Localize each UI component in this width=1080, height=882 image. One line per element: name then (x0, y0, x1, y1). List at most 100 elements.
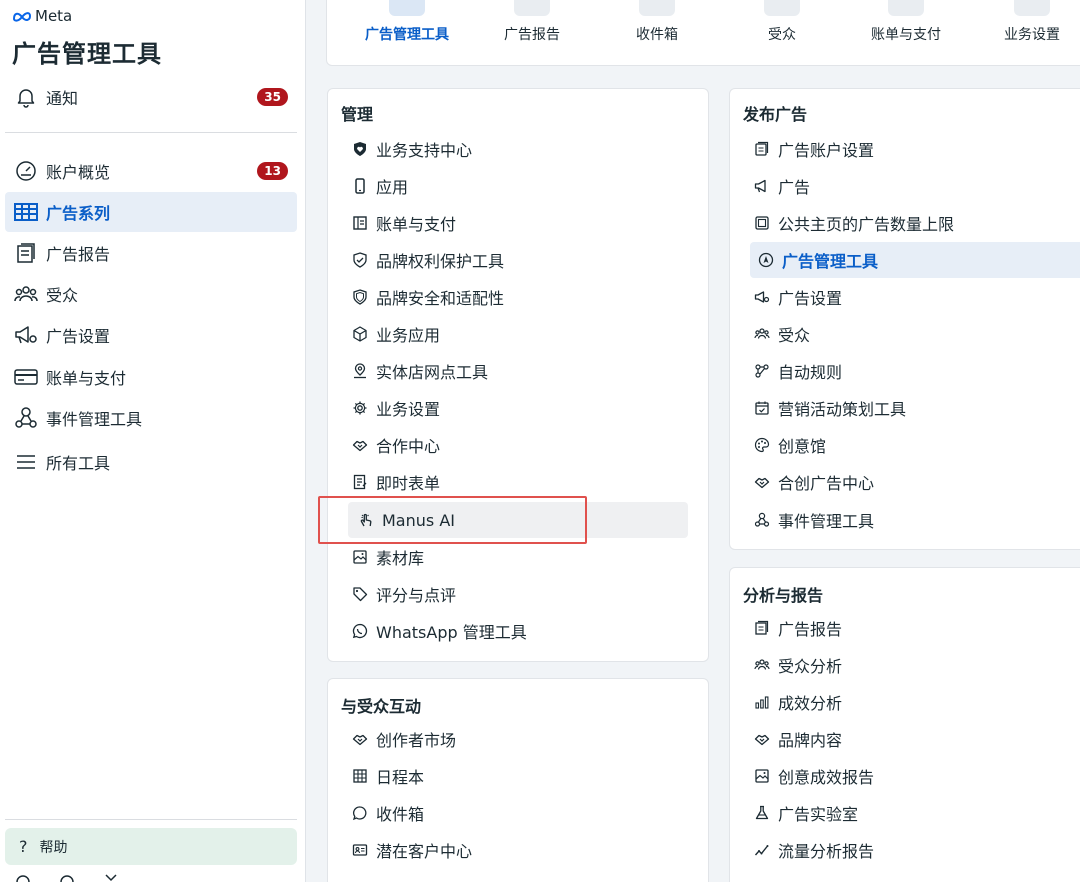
menu-item-experiments[interactable]: 广告实验室 (752, 795, 858, 831)
sidebar-item-all-tools[interactable]: 所有工具 (5, 442, 297, 482)
card-title: 管理 (341, 105, 374, 124)
chat-bubble-icon (350, 803, 370, 823)
sidebar-item-ad-settings[interactable]: 广告设置 (5, 315, 297, 355)
engage-card: 与受众互动 创作者市场 日程本 收件箱 潜在客户中心 (327, 678, 709, 882)
contact-card-icon (350, 840, 370, 860)
menu-item-billing[interactable]: 账单与支付 (350, 205, 456, 241)
report-icon (514, 0, 550, 16)
menu-item-business-support[interactable]: 业务支持中心 (350, 131, 472, 167)
sidebar-item-label: 账单与支付 (46, 369, 127, 388)
analytics-card: 分析与报告 广告报告 受众分析 成效分析 品牌内容 创意成效报告 广告实验室 流… (729, 567, 1080, 882)
menu-item-whatsapp-manager[interactable]: WhatsApp 管理工具 (350, 613, 527, 649)
sidebar-item-notifications[interactable]: 通知 35 (5, 77, 297, 117)
menu-item-label: WhatsApp 管理工具 (376, 623, 527, 642)
cube-icon (350, 324, 370, 344)
sidebar-item-label: 受众 (46, 286, 79, 305)
meta-logo: Meta (12, 7, 72, 25)
sidebar-item-label: 广告系列 (46, 204, 111, 223)
menu-item-asset-library[interactable]: 素材库 (350, 539, 424, 575)
tab-ads-manager[interactable]: 广告管理工具 (347, 0, 467, 66)
menu-item-brand-rights[interactable]: 品牌权利保护工具 (350, 242, 504, 278)
sidebar-item-label: 广告设置 (46, 327, 111, 346)
calendar-check-icon (752, 398, 772, 418)
menu-item-partnership-ads-hub[interactable]: 合创广告中心 (752, 464, 874, 500)
menu-item-traffic-analysis[interactable]: 流量分析报告 (752, 832, 874, 868)
menu-item-ratings-reviews[interactable]: 评分与点评 (350, 576, 456, 612)
nodes-icon (752, 510, 772, 530)
menu-item-label: 收件箱 (376, 805, 425, 824)
menu-item-label: 业务设置 (376, 400, 441, 419)
search-icon[interactable] (58, 873, 76, 882)
form-icon (350, 472, 370, 492)
nodes-icon (13, 405, 39, 431)
menu-item-brand-safety[interactable]: 品牌安全和适配性 (350, 279, 504, 315)
sidebar-item-account-overview[interactable]: 账户概览 13 (5, 151, 297, 191)
image-icon (752, 766, 772, 786)
menu-item-ad-reports[interactable]: 广告报告 (752, 610, 842, 646)
sidebar-item-label: 通知 (46, 89, 79, 108)
sidebar-item-audiences[interactable]: 受众 (5, 274, 297, 314)
menu-item-automated-rules[interactable]: 自动规则 (752, 353, 842, 389)
bar-chart-icon (752, 692, 772, 712)
menu-item-label: 实体店网点工具 (376, 363, 489, 382)
help-button[interactable]: ? 帮助 (5, 828, 297, 865)
menu-item-page-ad-limit[interactable]: 公共主页的广告数量上限 (752, 205, 954, 241)
account-settings-icon (752, 139, 772, 159)
menu-item-manus-ai[interactable]: Manus AI (348, 502, 688, 538)
menu-item-label: Manus AI (382, 510, 455, 530)
menu-item-audiences[interactable]: 受众 (752, 316, 810, 352)
report-icon (13, 240, 39, 266)
tab-label: 广告管理工具 (365, 27, 449, 43)
menu-item-ad-settings[interactable]: 广告设置 (752, 279, 842, 315)
divider (5, 132, 297, 133)
menu-item-apps[interactable]: 应用 (350, 168, 408, 204)
menu-item-instant-forms[interactable]: 即时表单 (350, 464, 440, 500)
menu-item-inbox[interactable]: 收件箱 (350, 795, 424, 831)
menu-item-events-manager[interactable]: 事件管理工具 (752, 502, 874, 538)
menu-item-label: 成效分析 (778, 694, 843, 713)
menu-item-audience-insights[interactable]: 受众分析 (752, 647, 842, 683)
menu-item-business-apps[interactable]: 业务应用 (350, 316, 440, 352)
manage-card: 管理 业务支持中心 应用 账单与支付 品牌权利保护工具 品牌安全和适配性 业务应… (327, 88, 709, 662)
menu-item-planner[interactable]: 日程本 (350, 758, 424, 794)
menu-item-label: 广告管理工具 (782, 252, 879, 271)
menu-item-creator-marketplace[interactable]: 创作者市场 (350, 721, 456, 757)
menu-item-label: 日程本 (376, 768, 425, 787)
menu-item-label: 品牌权利保护工具 (376, 252, 505, 271)
bug-icon[interactable] (102, 873, 120, 882)
menu-item-store-locations[interactable]: 实体店网点工具 (350, 353, 488, 389)
menu-item-leads-center[interactable]: 潜在客户中心 (350, 832, 472, 868)
phone-icon (350, 176, 370, 196)
menu-item-branded-content[interactable]: 品牌内容 (752, 721, 842, 757)
publish-ads-card: 发布广告 广告账户设置 广告 公共主页的广告数量上限 广告管理工具 广告设置 受… (729, 88, 1080, 550)
menu-item-business-settings[interactable]: 业务设置 (350, 390, 440, 426)
sidebar-item-events-manager[interactable]: 事件管理工具 (5, 398, 297, 438)
menu-item-ads[interactable]: 广告 (752, 168, 810, 204)
tab-label: 受众 (768, 27, 796, 43)
menu-item-label: 自动规则 (778, 363, 843, 382)
menu-item-label: 合作中心 (376, 437, 441, 456)
tab-audiences[interactable]: 受众 (722, 0, 842, 66)
menu-item-creative-hub[interactable]: 创意馆 (752, 427, 826, 463)
menu-item-ads-manager[interactable]: 广告管理工具 (750, 242, 1080, 278)
menu-item-campaign-planner[interactable]: 营销活动策划工具 (752, 390, 906, 426)
tab-inbox[interactable]: 收件箱 (597, 0, 717, 66)
sidebar-item-ad-reports[interactable]: 广告报告 (5, 233, 297, 273)
tab-billing[interactable]: 账单与支付 (846, 0, 966, 66)
tab-ad-reports[interactable]: 广告报告 (472, 0, 592, 66)
menu-item-label: 合创广告中心 (778, 474, 875, 493)
settings-icon[interactable] (14, 873, 32, 882)
handshake-icon (752, 729, 772, 749)
ledger-icon (350, 213, 370, 233)
tab-label: 收件箱 (636, 27, 678, 43)
trend-icon (752, 840, 772, 860)
tab-business-settings[interactable]: 业务设置 (972, 0, 1080, 66)
gauge-icon (13, 158, 39, 184)
sidebar-item-billing[interactable]: 账单与支付 (5, 357, 297, 397)
menu-item-creative-reporting[interactable]: 创意成效报告 (752, 758, 874, 794)
menu-item-ad-account-settings[interactable]: 广告账户设置 (752, 131, 874, 167)
menu-item-partner-center[interactable]: 合作中心 (350, 427, 440, 463)
menu-item-performance-analysis[interactable]: 成效分析 (752, 684, 842, 720)
sidebar-item-campaigns[interactable]: 广告系列 (5, 192, 297, 232)
menu-item-label: 广告账户设置 (778, 141, 875, 160)
